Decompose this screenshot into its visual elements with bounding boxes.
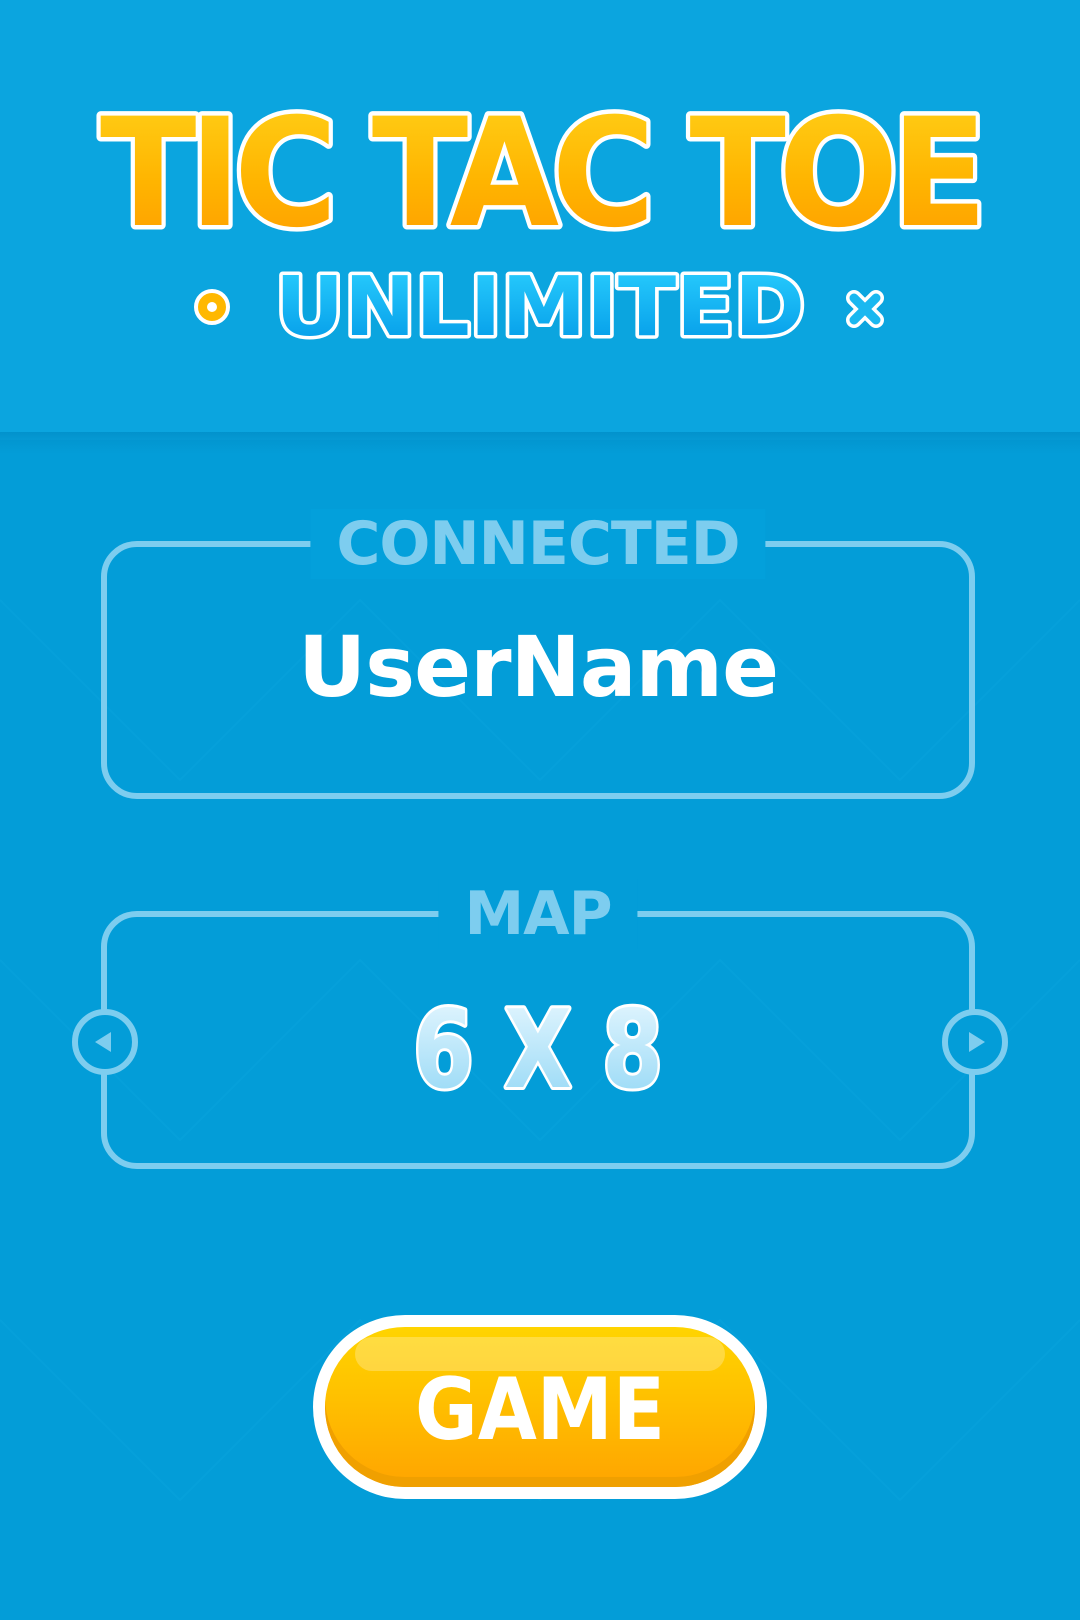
- subtitle-text: UNLIMITED: [275, 260, 805, 355]
- map-panel: MAP 6 X 8: [101, 879, 975, 1169]
- circle-icon: [194, 289, 230, 325]
- connected-panel: CONNECTED UserName: [101, 509, 975, 799]
- cross-icon: [846, 290, 884, 328]
- game-button[interactable]: GAME: [313, 1315, 767, 1499]
- title-text: TIC TAC TOE: [100, 87, 980, 250]
- game-button-label[interactable]: GAME: [325, 1327, 755, 1487]
- map-size-value: 6 X 8: [410, 987, 666, 1107]
- game-subtitle: UNLIMITED: [272, 257, 809, 356]
- chevron-left-icon[interactable]: [70, 1007, 140, 1077]
- map-label: MAP: [438, 879, 638, 949]
- map-value-text: 6 X 8: [413, 988, 663, 1107]
- chevron-right-icon[interactable]: [940, 1007, 1010, 1077]
- game-label-text[interactable]: GAME: [415, 1360, 665, 1460]
- game-button-face[interactable]: GAME: [325, 1327, 755, 1487]
- username-text: UserName: [297, 618, 779, 716]
- header-divider: [0, 432, 1080, 454]
- game-title: TIC TAC TOE: [96, 83, 993, 251]
- connected-label: CONNECTED: [310, 509, 766, 579]
